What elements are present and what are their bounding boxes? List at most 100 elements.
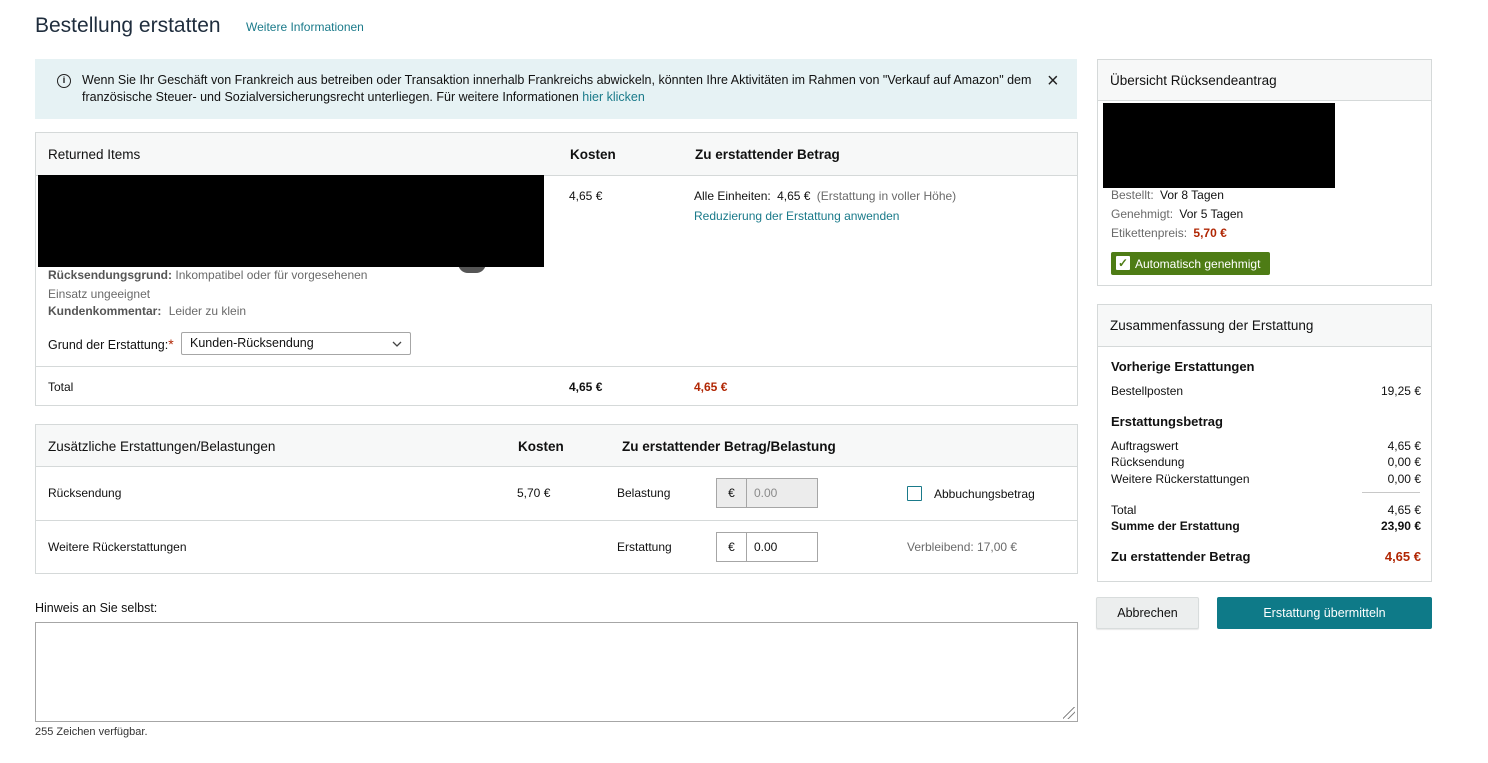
- refund-reason-label: Grund der Erstattung:*: [48, 336, 174, 352]
- refund-reason-label-text: Grund der Erstattung:: [48, 338, 169, 352]
- all-units-label: Alle Einheiten:: [694, 189, 771, 203]
- refund-reason-select[interactable]: Kunden-Rücksendung: [181, 332, 411, 355]
- ordered-label: Bestellt:: [1111, 188, 1154, 202]
- label-price-value: 5,70 €: [1193, 226, 1227, 240]
- label-price-line: Etikettenpreis: 5,70 €: [1111, 226, 1227, 240]
- return-reason-label: Rücksendungsgrund:: [48, 268, 173, 282]
- extra-cost-heading: Kosten: [518, 439, 564, 454]
- auto-approved-badge: ✓ Automatisch genehmigt: [1111, 252, 1270, 275]
- return-overview-heading: Übersicht Rücksendeantrag: [1110, 73, 1277, 88]
- order-value-value: 4,65 €: [1387, 439, 1421, 453]
- close-icon[interactable]: ×: [1047, 71, 1059, 91]
- chars-available: 255 Zeichen verfügbar.: [35, 726, 148, 738]
- page-title: Bestellung erstatten: [35, 14, 221, 37]
- further-refunds-label: Weitere Rückerstattungen: [48, 540, 187, 554]
- refund-amount-heading: Erstattungsbetrag: [1111, 414, 1223, 429]
- to-refund-row: Zu erstattender Betrag 4,65 €: [1111, 549, 1421, 564]
- note-textarea[interactable]: [35, 622, 1078, 722]
- cancel-button[interactable]: Abbrechen: [1096, 597, 1199, 629]
- note-label: Hinweis an Sie selbst:: [35, 601, 158, 615]
- return-reason-value-cont: Einsatz ungeeignet: [48, 287, 151, 301]
- debit-amount-checkbox[interactable]: [907, 486, 922, 501]
- banner-link[interactable]: hier klicken: [582, 90, 645, 104]
- debit-amount-label: Abbuchungsbetrag: [934, 487, 1035, 501]
- to-refund-value: 4,65 €: [1384, 549, 1421, 564]
- remaining-amount: Verbleibend: 17,00 €: [907, 540, 1018, 554]
- submit-refund-button[interactable]: Erstattung übermitteln: [1217, 597, 1432, 629]
- approved-line: Genehmigt: Vor 5 Tagen: [1111, 207, 1243, 221]
- extra-amount-heading: Zu erstattender Betrag/Belastung: [622, 439, 836, 454]
- approved-value: Vor 5 Tagen: [1179, 207, 1244, 221]
- return-shipping-cost: 5,70 €: [517, 486, 551, 500]
- all-units-note: (Erstattung in voller Höhe): [816, 189, 957, 203]
- total-label: Total: [48, 380, 74, 394]
- total-cost: 4,65 €: [569, 380, 603, 394]
- cost-heading: Kosten: [570, 147, 616, 162]
- redacted-product-image: [1103, 103, 1335, 188]
- return-overview-header: Übersicht Rücksendeantrag: [1098, 60, 1431, 101]
- resize-handle[interactable]: [1063, 707, 1075, 719]
- further-refunds-sum-value: 0,00 €: [1387, 472, 1421, 486]
- return-shipping-type: Belastung: [617, 486, 671, 500]
- refund-summary-header: Zusammenfassung der Erstattung: [1098, 305, 1431, 347]
- chevron-down-icon: [391, 334, 403, 357]
- approved-label: Genehmigt:: [1111, 207, 1174, 221]
- further-refunds-type: Erstattung: [617, 540, 672, 554]
- customer-comment-value: Leider zu klein: [168, 304, 247, 318]
- additional-refunds-heading: Zusätzliche Erstattungen/Belastungen: [48, 439, 276, 454]
- further-refunds-row: Weitere Rückerstattungen 0,00 €: [1111, 472, 1421, 486]
- further-refunds-amount-value: 0.00: [754, 540, 778, 554]
- further-refunds-amount-input[interactable]: € 0.00: [716, 532, 818, 562]
- return-value: 0,00 €: [1387, 455, 1421, 469]
- refund-sum-label: Summe der Erstattung: [1111, 519, 1240, 533]
- summary-total-row: Total 4,65 €: [1111, 503, 1421, 517]
- summary-total-value: 4,65 €: [1387, 503, 1421, 517]
- order-items-value: 19,25 €: [1380, 384, 1421, 398]
- refund-reason-selected: Kunden-Rücksendung: [190, 336, 314, 350]
- return-label: Rücksendung: [1111, 455, 1185, 469]
- refund-summary-heading: Zusammenfassung der Erstattung: [1110, 318, 1314, 333]
- return-shipping-amount-input[interactable]: € 0.00: [716, 478, 818, 508]
- all-units-line: Alle Einheiten: 4,65 € (Erstattung in vo…: [694, 189, 956, 203]
- returned-items-heading: Returned Items: [48, 147, 141, 162]
- all-units-value: 4,65 €: [777, 189, 811, 203]
- refund-sum-value: 23,90 €: [1380, 519, 1421, 533]
- banner-message: Wenn Sie Ihr Geschäft von Frankreich aus…: [82, 73, 1032, 104]
- refund-summary-panel: Zusammenfassung der Erstattung Vorherige…: [1097, 304, 1432, 582]
- order-value-row: Auftragswert 4,65 €: [1111, 439, 1421, 453]
- previous-refunds-heading: Vorherige Erstattungen: [1111, 359, 1255, 374]
- currency-label: €: [717, 479, 747, 507]
- return-row: Rücksendung 0,00 €: [1111, 455, 1421, 469]
- order-items-row: Bestellposten 19,25 €: [1111, 384, 1421, 398]
- customer-comment: Kundenkommentar: Leider zu klein: [48, 304, 246, 318]
- order-items-label: Bestellposten: [1111, 384, 1184, 398]
- reduce-refund-link[interactable]: Reduzierung der Erstattung anwenden: [694, 209, 899, 223]
- more-info-link[interactable]: Weitere Informationen: [246, 20, 364, 34]
- returned-items-header: Returned Items Kosten Zu erstattender Be…: [36, 133, 1077, 176]
- total-refund: 4,65 €: [694, 380, 728, 394]
- return-shipping-amount-value: 0.00: [754, 486, 778, 500]
- total-divider: [36, 366, 1077, 367]
- summary-total-label: Total: [1111, 503, 1137, 517]
- order-value-label: Auftragswert: [1111, 439, 1179, 453]
- additional-refunds-header: Zusätzliche Erstattungen/Belastungen Kos…: [36, 425, 1077, 467]
- banner-text: Wenn Sie Ihr Geschäft von Frankreich aus…: [82, 72, 1042, 106]
- summary-divider: [1362, 492, 1420, 493]
- to-refund-label: Zu erstattender Betrag: [1111, 549, 1251, 564]
- returned-items-panel: Returned Items Kosten Zu erstattender Be…: [35, 132, 1078, 406]
- return-reason: Rücksendungsgrund: Inkompatibel oder für…: [48, 266, 367, 304]
- additional-refunds-panel: Zusätzliche Erstattungen/Belastungen Kos…: [35, 424, 1078, 574]
- auto-approved-text: Automatisch genehmigt: [1135, 257, 1261, 271]
- refund-amount-heading: Zu erstattender Betrag: [695, 147, 840, 162]
- customer-comment-label: Kundenkommentar:: [48, 304, 162, 318]
- label-price-label: Etikettenpreis:: [1111, 226, 1188, 240]
- info-banner: i Wenn Sie Ihr Geschäft von Frankreich a…: [35, 59, 1077, 119]
- return-shipping-label: Rücksendung: [48, 486, 122, 500]
- required-mark: *: [168, 336, 174, 352]
- ordered-line: Bestellt: Vor 8 Tagen: [1111, 188, 1224, 202]
- return-reason-value: Inkompatibel oder für vorgesehenen: [175, 268, 368, 282]
- currency-label: €: [717, 533, 747, 561]
- info-icon: i: [57, 74, 71, 88]
- item-cost: 4,65 €: [569, 189, 603, 203]
- further-refunds-sum-label: Weitere Rückerstattungen: [1111, 472, 1250, 486]
